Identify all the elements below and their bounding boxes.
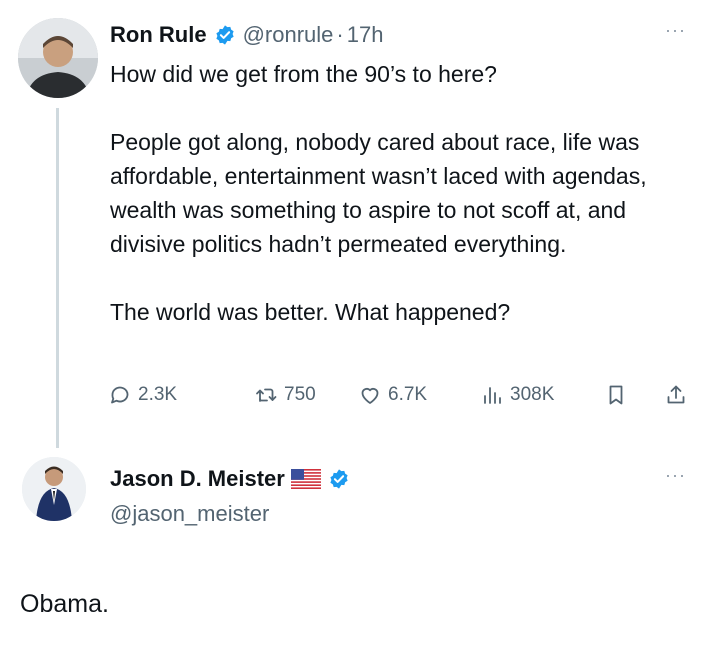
reply-text: Obama. — [20, 590, 109, 618]
reply-author-handle[interactable]: @jason_meister — [110, 501, 269, 527]
author-handle[interactable]: @ronrule — [243, 22, 334, 48]
separator-dot: · — [336, 22, 344, 47]
retweet-button[interactable]: 750 — [254, 380, 316, 410]
avatar-image — [18, 18, 98, 98]
share-icon — [667, 385, 685, 404]
tweet-paragraph: The world was better. What happened? — [110, 299, 511, 325]
verified-badge-icon — [330, 469, 348, 489]
more-options-icon[interactable]: ··· — [665, 465, 686, 486]
verified-badge-icon — [215, 25, 234, 45]
reply-button[interactable]: 2.3K — [108, 380, 177, 410]
more-options-icon[interactable]: ··· — [665, 20, 686, 41]
like-button[interactable]: 6.7K — [358, 380, 427, 410]
views-button[interactable]: 308K — [480, 380, 554, 410]
avatar-image — [22, 457, 86, 521]
original-tweet[interactable]: Ron Rule @ronrule · 17h ··· How did we g… — [0, 0, 710, 448]
like-count: 6.7K — [388, 384, 428, 405]
reply-author-name[interactable]: Jason D. Meister — [110, 466, 285, 492]
reply-icon — [111, 386, 129, 404]
timestamp[interactable]: 17h — [347, 22, 384, 48]
reply-author-avatar[interactable] — [22, 457, 86, 521]
views-count: 308K — [510, 384, 555, 405]
tweet-text: How did we get from the 90’s to here? Pe… — [110, 57, 690, 329]
views-icon — [484, 387, 501, 404]
tweet-actions: 2.3K 750 6.7K 308K — [108, 380, 693, 410]
tweet-paragraph: People got along, nobody cared about rac… — [110, 129, 647, 257]
thread-connector-line — [56, 108, 59, 448]
bookmark-button[interactable] — [604, 380, 628, 410]
share-button[interactable] — [664, 380, 688, 410]
retweet-count: 750 — [284, 384, 316, 405]
retweet-icon — [256, 388, 277, 402]
us-flag-icon — [290, 469, 321, 489]
bookmark-icon — [609, 385, 623, 405]
heart-icon — [361, 387, 379, 404]
author-avatar[interactable] — [18, 18, 98, 98]
reply-count: 2.3K — [138, 384, 178, 405]
tweet-paragraph: How did we get from the 90’s to here? — [110, 61, 497, 87]
tweet-header: Ron Rule @ronrule · 17h — [110, 22, 383, 48]
author-name[interactable]: Ron Rule — [110, 22, 207, 48]
reply-header: Jason D. Meister — [110, 466, 350, 492]
